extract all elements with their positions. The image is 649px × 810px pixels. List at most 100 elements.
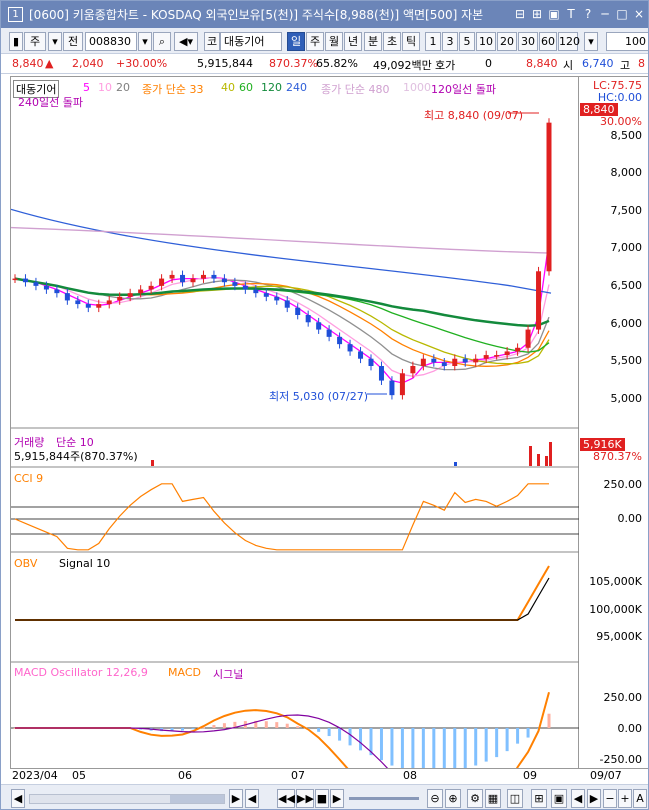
font-button[interactable]: A <box>633 789 647 808</box>
fast-forward-button[interactable]: ▶▶ <box>296 789 314 808</box>
macd-histogram-bar <box>390 728 394 766</box>
ma480-line <box>10 226 552 254</box>
window-icon[interactable]: ▣ <box>547 6 561 22</box>
save-icon[interactable]: ▣ <box>551 789 567 808</box>
tab-week[interactable]: 주 <box>306 32 324 51</box>
title-buttons: ⊟ ⊞ ▣ T ? ─ □ × <box>513 6 646 22</box>
fast-back-button[interactable]: ◀◀ <box>277 789 295 808</box>
code-dropdown-icon[interactable]: ▾ <box>138 32 152 51</box>
candle-body <box>221 278 227 283</box>
scrollbar-track[interactable] <box>29 794 225 804</box>
interval-10[interactable]: 10 <box>476 32 496 51</box>
ruler-icon[interactable]: ⊞ <box>531 789 547 808</box>
split-icon[interactable]: ⊟ <box>513 6 527 22</box>
zoom-in-icon[interactable]: ⊕ <box>445 789 461 808</box>
tab-tick[interactable]: 틱 <box>402 32 420 51</box>
right-arrow-button[interactable]: ▶ <box>587 789 601 808</box>
count-arrow[interactable]: ▾ <box>584 32 598 51</box>
candle-body <box>117 296 123 301</box>
settings-icon[interactable]: ⚙ <box>467 789 483 808</box>
open-label: 시 <box>563 59 574 72</box>
code-input[interactable]: 008830 <box>85 32 137 51</box>
page-prev-button[interactable]: ◀ <box>245 789 259 808</box>
candle-body <box>54 289 60 294</box>
interval-1[interactable]: 1 <box>425 32 441 51</box>
chart-icon[interactable]: ◫ <box>507 789 523 808</box>
chart-panel[interactable]: 대동기어 5 10 20 종가 단순 33 40 60 120 240 종가 단… <box>10 76 580 809</box>
tab-second[interactable]: 초 <box>383 32 401 51</box>
date-label: 05 <box>72 769 86 782</box>
tab-minute[interactable]: 분 <box>364 32 382 51</box>
macd-histogram-bar <box>474 728 478 766</box>
obv-line <box>15 565 550 621</box>
interval-5[interactable]: 5 <box>459 32 475 51</box>
date-label: 2023/04 <box>12 769 58 782</box>
candle-body <box>43 285 49 290</box>
ma5-label: 5 <box>83 81 90 94</box>
item-type-arrow[interactable]: ▾ <box>48 32 62 51</box>
date-label: 09 <box>523 769 537 782</box>
stock-name: 대동기어 <box>220 32 282 51</box>
candle-body <box>504 351 510 356</box>
obv-tick: 95,000K <box>596 630 642 643</box>
interval-30[interactable]: 30 <box>518 32 538 51</box>
hoga-value: 0 <box>485 57 492 70</box>
volume-bar <box>454 462 457 466</box>
interval-20[interactable]: 20 <box>497 32 517 51</box>
layout-icon[interactable]: ⊞ <box>530 6 544 22</box>
macd-histogram-bar <box>526 728 530 738</box>
close-button[interactable]: × <box>632 6 646 22</box>
macd-histogram-bar <box>348 728 352 746</box>
macd-osc-legend[interactable]: MACD Oscillator 12,26,9 <box>14 666 148 679</box>
play-button[interactable]: ▶ <box>330 789 344 808</box>
stop-button[interactable]: ■ <box>315 789 329 808</box>
left-arrow-button[interactable]: ◀ <box>571 789 585 808</box>
help-icon[interactable]: ? <box>581 6 595 22</box>
candle-body <box>316 322 322 330</box>
ma20-line <box>14 277 550 371</box>
candle-body <box>64 293 70 301</box>
all-button[interactable]: 전 <box>63 32 83 51</box>
font-icon[interactable]: T <box>564 6 578 22</box>
cci-legend[interactable]: CCI 9 <box>14 472 43 485</box>
sound-icon[interactable]: ◀▾ <box>174 32 198 51</box>
interval-3[interactable]: 3 <box>442 32 458 51</box>
speed-slider[interactable] <box>349 797 419 800</box>
candle-body <box>180 274 186 283</box>
price-tick: 6,500 <box>610 279 643 292</box>
candle-body <box>295 307 301 315</box>
window-number: 1 <box>8 7 23 22</box>
volume-pct-label: 870.37% <box>593 450 642 463</box>
count-input[interactable]: 100 <box>606 32 648 51</box>
macd-signal-line <box>15 714 550 809</box>
tab-year[interactable]: 년 <box>344 32 362 51</box>
grid-icon[interactable]: ▦ <box>485 789 501 808</box>
interval-60[interactable]: 60 <box>539 32 557 51</box>
candle-body <box>305 315 311 323</box>
candle-body <box>536 271 542 330</box>
minus-button[interactable]: − <box>603 789 617 808</box>
scroll-right-button[interactable]: ▶ <box>229 789 243 808</box>
tab-month[interactable]: 월 <box>325 32 343 51</box>
ma240-label: 240 <box>286 81 307 94</box>
plus-button[interactable]: + <box>618 789 632 808</box>
obv-legend[interactable]: OBV <box>14 557 37 570</box>
ma1000-label: 1000 <box>403 81 431 94</box>
search-icon[interactable]: ⌕ <box>153 32 171 51</box>
macd-histogram-bar <box>275 722 279 728</box>
tab-day[interactable]: 일 <box>287 32 305 51</box>
price-tick: 7,500 <box>610 204 643 217</box>
candle-body <box>190 278 196 283</box>
ma40-label: 40 <box>221 81 235 94</box>
candle-body <box>431 358 437 363</box>
maximize-button[interactable]: □ <box>615 6 629 22</box>
scrollbar-thumb[interactable] <box>170 795 224 803</box>
obv-signal-legend: Signal 10 <box>59 557 111 570</box>
scroll-left-button[interactable]: ◀ <box>11 789 25 808</box>
item-type-select[interactable]: 주 <box>24 32 46 51</box>
minimize-button[interactable]: ─ <box>598 6 612 22</box>
interval-120[interactable]: 120 <box>558 32 580 51</box>
macd-histogram-bar <box>453 728 457 771</box>
menu-icon[interactable]: ▮ <box>9 32 23 51</box>
zoom-out-icon[interactable]: ⊖ <box>427 789 443 808</box>
